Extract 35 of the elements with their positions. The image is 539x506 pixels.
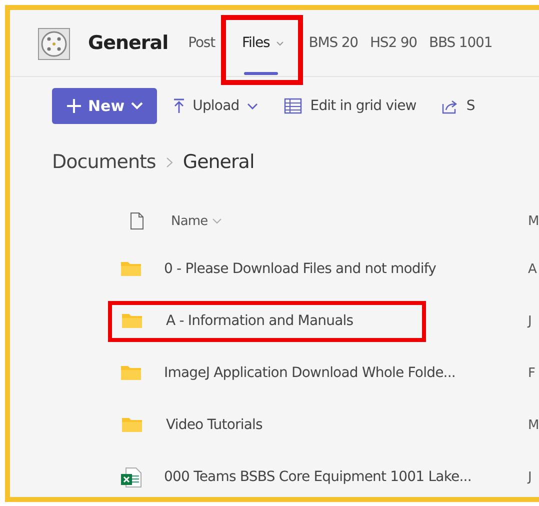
upload-icon — [172, 98, 185, 114]
column-header[interactable]: M — [528, 214, 539, 228]
share-icon — [442, 98, 458, 114]
table-cell: J — [528, 314, 532, 328]
team-logo-icon — [38, 28, 70, 60]
breadcrumb-item[interactable]: General — [182, 151, 254, 173]
file-name[interactable]: 000 Teams BSBS Core Equipment 1001 Lake... — [164, 469, 472, 485]
file-icon — [130, 212, 144, 230]
tab[interactable]: Files — [221, 15, 303, 85]
grid-icon — [284, 98, 302, 114]
upload-button[interactable]: Upload — [166, 98, 264, 114]
chevron-down-icon — [212, 218, 222, 224]
file-name[interactable]: 0 - Please Download Files and not modify — [164, 261, 436, 277]
tab[interactable]: BMS 20 — [302, 10, 364, 76]
file-name[interactable]: Video Tutorials — [166, 417, 262, 433]
table-cell: A — [528, 262, 537, 276]
table-cell: F — [528, 366, 536, 380]
share-button[interactable]: S — [436, 98, 481, 114]
file-name[interactable]: A - Information and Manuals — [166, 313, 354, 329]
plus-icon — [66, 98, 82, 114]
chevron-down-icon — [130, 102, 143, 110]
file-name[interactable]: ImageJ Application Download Whole Folde... — [164, 365, 456, 381]
column-header[interactable]: Name — [171, 214, 222, 228]
channel-title: General — [88, 32, 168, 54]
grid-view-button[interactable]: Edit in grid view — [278, 98, 422, 114]
tab[interactable]: BBS 1001 — [423, 10, 498, 76]
chevron-right-icon — [166, 156, 173, 168]
tab[interactable]: HS2 90 — [364, 10, 423, 76]
tab[interactable]: Post — [182, 10, 222, 76]
spreadsheet-icon — [120, 466, 142, 488]
new-button[interactable]: New — [52, 88, 157, 124]
breadcrumb-item[interactable]: Documents — [52, 151, 156, 173]
chevron-down-icon — [247, 102, 258, 110]
table-cell: J — [528, 470, 532, 484]
table-cell: M — [528, 418, 539, 432]
